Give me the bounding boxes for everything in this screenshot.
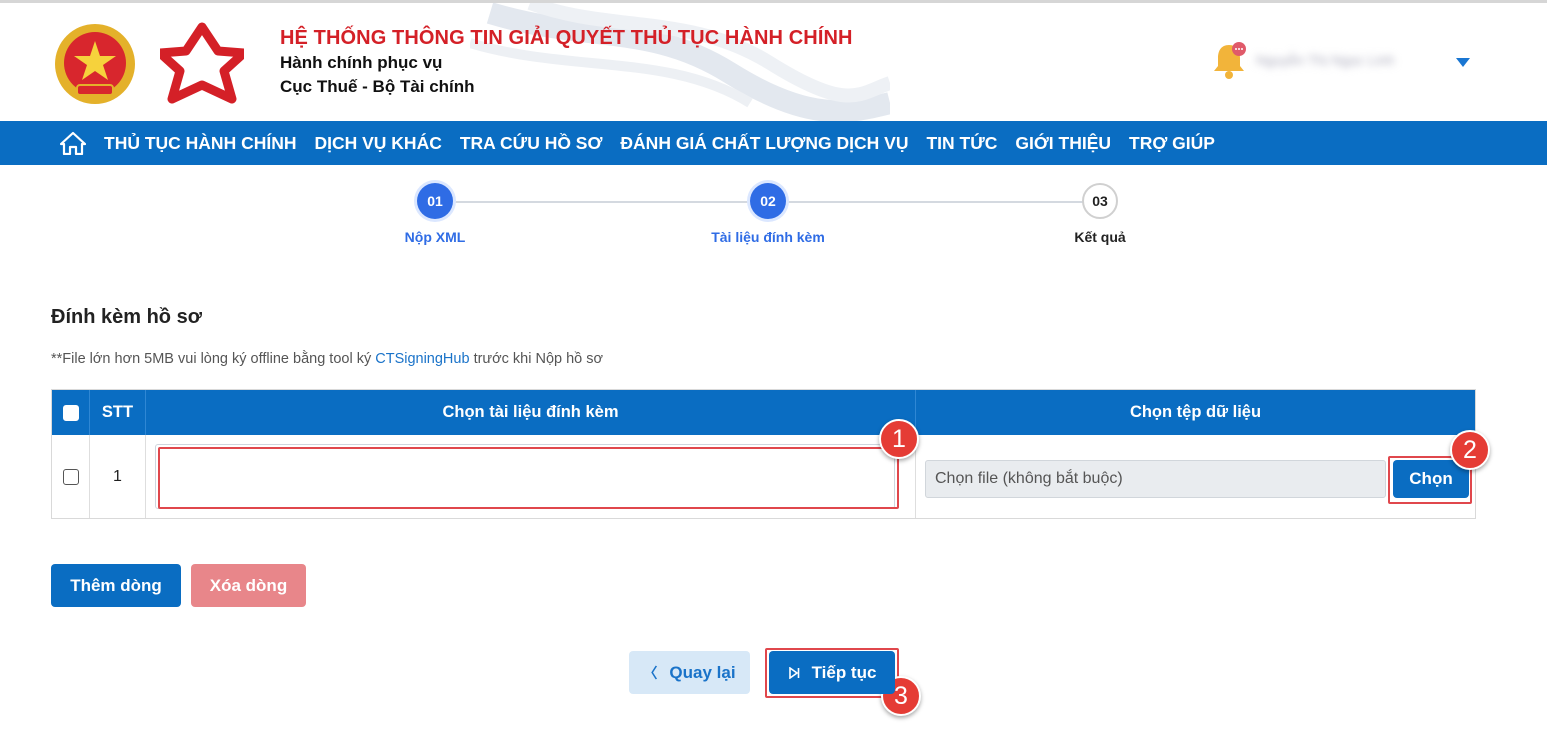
site-subtitle-2: Cục Thuế - Bộ Tài chính	[280, 77, 475, 96]
note-suffix: trước khi Nộp hồ sơ	[469, 351, 604, 367]
section-title: Đính kèm hồ sơ	[51, 306, 202, 328]
page: HỆ THỐNG THÔNG TIN GIẢI QUYẾT THỦ TỤC HÀ…	[0, 0, 1547, 748]
progress-stepper: 01 Nộp XML 02 Tài liệu đính kèm 03 Kết q…	[0, 183, 1547, 253]
site-header: HỆ THỐNG THÔNG TIN GIẢI QUYẾT THỦ TỤC HÀ…	[0, 3, 1547, 121]
user-name[interactable]: Nguyễn Thị Ngọc Linh	[1256, 52, 1446, 72]
step-label: Nộp XML	[404, 229, 466, 245]
header-document: Chọn tài liệu đính kèm	[146, 390, 916, 435]
delete-row-button[interactable]: Xóa dòng	[191, 564, 306, 607]
user-menu-caret-icon[interactable]	[1456, 58, 1470, 67]
ctsigninghub-link[interactable]: CTSigningHub	[375, 351, 469, 367]
chevron-left-icon: 〈	[643, 664, 658, 681]
site-title: HỆ THỐNG THÔNG TIN GIẢI QUYẾT THỦ TỤC HÀ…	[280, 27, 853, 49]
step-number: 02	[750, 183, 786, 219]
nav-item-tro-giup[interactable]: TRỢ GIÚP	[1129, 133, 1215, 154]
step-number: 01	[417, 183, 453, 219]
highlight-document-input	[158, 447, 899, 509]
nav-item-dich-vu-khac[interactable]: DỊCH VỤ KHÁC	[314, 133, 441, 154]
header-select-cell	[52, 390, 90, 435]
service-logo-icon	[160, 22, 244, 104]
next-label: Tiếp tục	[811, 662, 877, 682]
row-checkbox[interactable]	[62, 468, 79, 485]
row-select-cell	[52, 435, 90, 518]
note-prefix: **File lớn hơn 5MB vui lòng ký offline b…	[51, 351, 376, 367]
header-stt: STT	[90, 390, 146, 435]
step-tai-lieu: 02 Tài liệu đính kèm	[688, 183, 848, 245]
nav-item-tin-tuc[interactable]: TIN TỨC	[926, 133, 997, 154]
home-icon[interactable]	[60, 131, 86, 155]
nav-item-gioi-thieu[interactable]: GIỚI THIỆU	[1015, 133, 1111, 154]
main-nav: THỦ TỤC HÀNH CHÍNH DỊCH VỤ KHÁC TRA CỨU …	[0, 121, 1547, 165]
row-stt: 1	[90, 435, 146, 518]
step-label: Tài liệu đính kèm	[711, 229, 825, 245]
select-all-checkbox[interactable]	[62, 404, 79, 421]
header-file: Chọn tệp dữ liệu	[1129, 403, 1262, 421]
back-button[interactable]: 〈 Quay lại	[629, 651, 750, 694]
annotation-badge-1: 1	[879, 419, 919, 459]
national-emblem-icon	[55, 24, 135, 104]
annotation-badge-2: 2	[1450, 430, 1490, 470]
skip-next-icon	[788, 666, 799, 679]
table-header: STT Chọn tài liệu đính kèm Chọn tệp dữ l…	[52, 390, 1475, 435]
site-title-block: HỆ THỐNG THÔNG TIN GIẢI QUYẾT THỦ TỤC HÀ…	[280, 25, 853, 99]
site-subtitle-1: Hành chính phục vụ	[280, 53, 443, 72]
step-number: 03	[1082, 183, 1118, 219]
nav-item-tra-cuu[interactable]: TRA CỨU HỒ SƠ	[460, 133, 603, 154]
step-nop-xml: 01 Nộp XML	[355, 183, 515, 245]
add-row-button[interactable]: Thêm dòng	[51, 564, 181, 607]
nav-item-danh-gia[interactable]: ĐÁNH GIÁ CHẤT LƯỢNG DỊCH VỤ	[620, 133, 908, 154]
step-label: Kết quả	[1074, 229, 1126, 245]
next-button[interactable]: Tiếp tục	[769, 651, 895, 694]
nav-item-thu-tuc[interactable]: THỦ TỤC HÀNH CHÍNH	[104, 133, 296, 154]
file-input[interactable]: Chọn file (không bắt buộc)	[925, 460, 1386, 498]
back-label: Quay lại	[669, 662, 736, 682]
upload-note: **File lớn hơn 5MB vui lòng ký offline b…	[51, 351, 603, 367]
notification-bell-icon[interactable]	[1208, 39, 1250, 81]
step-ket-qua: 03 Kết quả	[1020, 183, 1180, 245]
